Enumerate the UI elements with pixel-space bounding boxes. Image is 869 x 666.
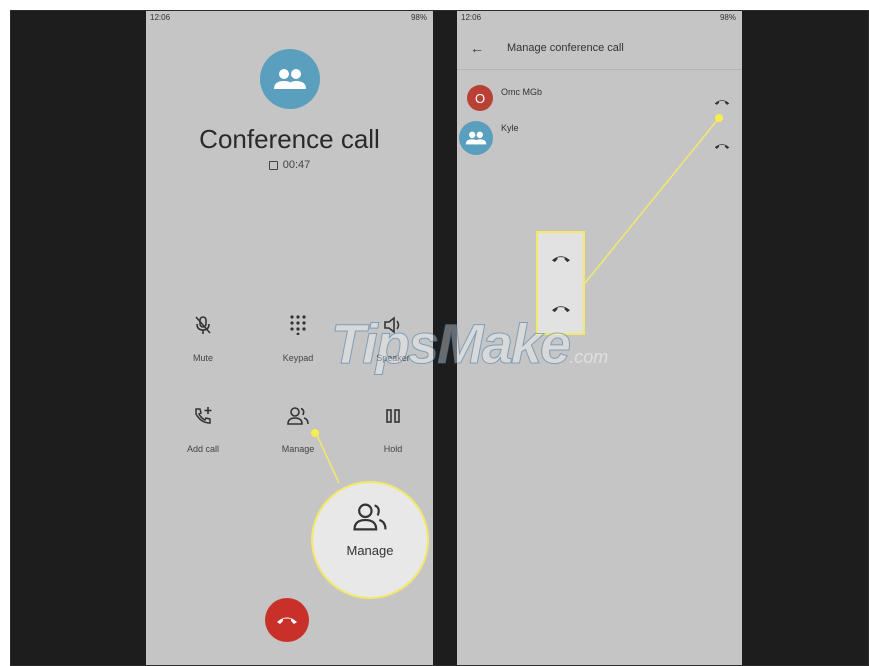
- manage-magnifier: Manage: [311, 481, 429, 599]
- screenshot-frame: 12:06 98% Conference call 00:47 Mute Key…: [10, 10, 869, 666]
- magnifier-label: Manage: [346, 543, 394, 558]
- watermark-brand: TipsMake: [330, 312, 571, 376]
- callout-dot: [311, 429, 319, 437]
- watermark: TipsMake.com: [330, 311, 609, 376]
- watermark-domain: .com: [569, 347, 609, 367]
- manage-people-icon: [353, 503, 387, 531]
